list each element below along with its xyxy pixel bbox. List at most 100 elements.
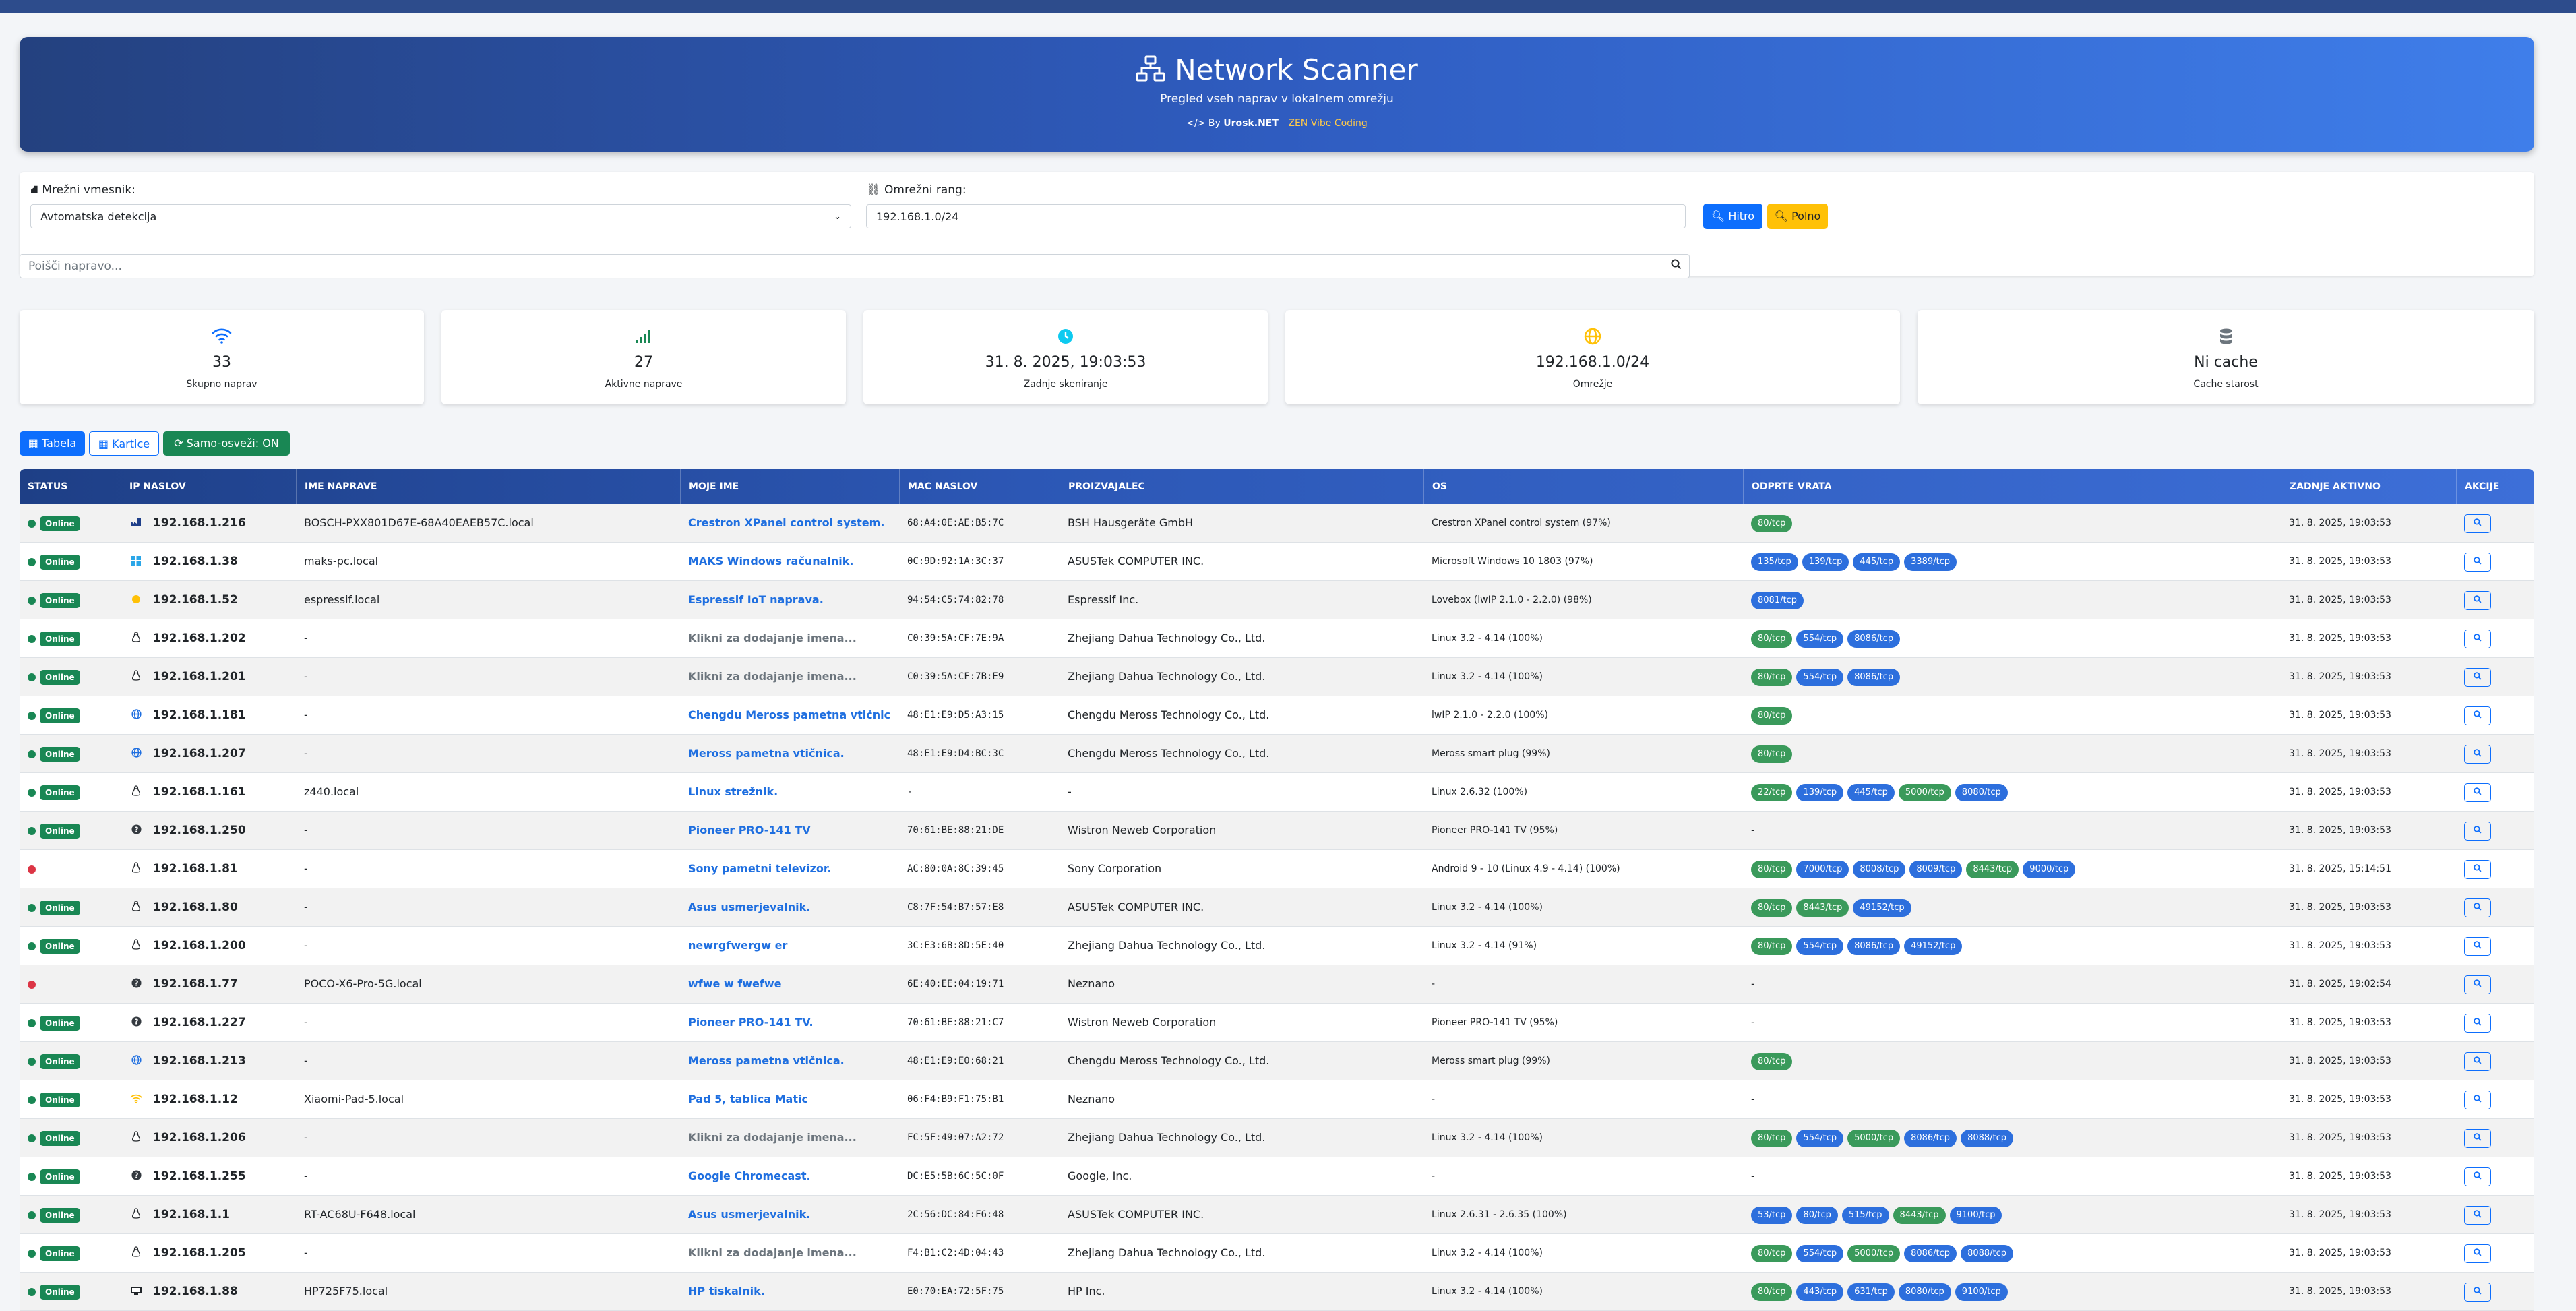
myname-cell[interactable]: Crestron XPanel control system.: [688, 504, 898, 542]
table-row[interactable]: Online 192.168.1.205 - Klikni za dodajan…: [20, 1234, 2534, 1273]
quick-scan-button[interactable]: 🔍︎ Hitro: [1703, 204, 1762, 229]
auto-refresh-button[interactable]: ⟳ Samo-osveži: ON: [163, 431, 290, 456]
myname-cell[interactable]: Klikni za dodajanje imena...: [688, 619, 898, 657]
myname-cell[interactable]: Klikni za dodajanje imena...: [688, 1234, 898, 1272]
myname-cell[interactable]: HP tiskalnik.: [688, 1273, 898, 1310]
column-header-hostname[interactable]: IME NAPRAVE: [296, 469, 680, 504]
myname-cell[interactable]: Chengdu Meross pametna vtičnic: [688, 696, 898, 734]
myname-link[interactable]: wfwe w fwefwe: [688, 977, 781, 990]
table-row[interactable]: Online ? 192.168.1.227 - Pioneer PRO-141 …: [20, 1004, 2534, 1042]
details-button[interactable]: [2464, 629, 2491, 648]
table-row[interactable]: Online 192.168.1.213 - Meross pametna vt…: [20, 1042, 2534, 1080]
myname-link[interactable]: Meross pametna vtičnica.: [688, 747, 845, 760]
myname-cell[interactable]: Klikni za dodajanje imena...: [688, 1119, 898, 1157]
table-row[interactable]: Online 192.168.1.202 - Klikni za dodajan…: [20, 619, 2534, 658]
column-header-myname[interactable]: MOJE IME: [680, 469, 899, 504]
myname-link[interactable]: MAKS Windows računalnik.: [688, 555, 853, 568]
myname-link[interactable]: Pad 5, tablica Matic: [688, 1093, 808, 1105]
table-row[interactable]: Online 192.168.1.1 RT-AC68U-F648.local A…: [20, 1196, 2534, 1234]
column-header-os[interactable]: OS: [1423, 469, 1743, 504]
myname-link[interactable]: Linux strežnik.: [688, 785, 778, 798]
range-input[interactable]: 192.168.1.0/24: [866, 204, 1686, 228]
column-header-vendor[interactable]: PROIZVAJALEC: [1060, 469, 1423, 504]
myname-cell[interactable]: Linux strežnik.: [688, 773, 898, 811]
table-row[interactable]: Online 192.168.1.12 Xiaomi-Pad-5.local P…: [20, 1080, 2534, 1119]
view-cards-button[interactable]: ▦ Kartice: [89, 431, 159, 456]
table-row[interactable]: Online 192.168.1.200 - newrgfwergw er 3C…: [20, 927, 2534, 965]
details-button[interactable]: [2464, 1051, 2491, 1071]
details-button[interactable]: [2464, 1090, 2491, 1109]
myname-cell[interactable]: MAKS Windows računalnik.: [688, 543, 898, 580]
myname-link[interactable]: Espressif IoT naprava.: [688, 593, 824, 606]
myname-link[interactable]: newrgfwergw er: [688, 939, 787, 952]
myname-link[interactable]: Meross pametna vtičnica.: [688, 1054, 845, 1067]
table-row[interactable]: Online 192.168.1.207 - Meross pametna vt…: [20, 735, 2534, 773]
details-button[interactable]: [2464, 706, 2491, 725]
table-row[interactable]: 192.168.1.81 - Sony pametni televizor. A…: [20, 850, 2534, 888]
myname-link[interactable]: Pioneer PRO-141 TV: [688, 824, 811, 836]
details-button[interactable]: [2464, 859, 2491, 879]
myname-link[interactable]: Google Chromecast.: [688, 1169, 811, 1182]
details-button[interactable]: [2464, 1282, 2491, 1302]
search-input[interactable]: Poišči napravo...: [28, 255, 122, 278]
myname-cell[interactable]: Pad 5, tablica Matic: [688, 1080, 898, 1118]
column-header-ports[interactable]: ODPRTE VRATA: [1743, 469, 2281, 504]
device-search[interactable]: Poišči napravo...: [20, 254, 1690, 278]
myname-link[interactable]: Klikni za dodajanje imena...: [688, 1131, 857, 1144]
search-icon[interactable]: [1663, 255, 1689, 278]
myname-link[interactable]: Klikni za dodajanje imena...: [688, 1246, 857, 1259]
myname-cell[interactable]: Espressif IoT naprava.: [688, 581, 898, 619]
myname-cell[interactable]: Klikni za dodajanje imena...: [688, 658, 898, 696]
full-scan-button[interactable]: 🔍︎ Polno: [1767, 204, 1828, 229]
myname-link[interactable]: Crestron XPanel control system.: [688, 516, 884, 529]
view-table-button[interactable]: ▦ Tabela: [20, 431, 85, 456]
details-button[interactable]: [2464, 590, 2491, 610]
details-button[interactable]: [2464, 1205, 2491, 1225]
table-row[interactable]: Online 192.168.1.80 - Asus usmerjevalnik…: [20, 888, 2534, 927]
interface-select[interactable]: Avtomatska detekcija ⌄: [30, 204, 851, 228]
table-row[interactable]: Online ? 192.168.1.255 - Google Chromecas…: [20, 1157, 2534, 1196]
myname-link[interactable]: Klikni za dodajanje imena...: [688, 632, 857, 644]
myname-link[interactable]: HP tiskalnik.: [688, 1285, 765, 1298]
details-button[interactable]: [2464, 667, 2491, 687]
details-button[interactable]: [2464, 936, 2491, 956]
myname-cell[interactable]: Asus usmerjevalnik.: [688, 888, 898, 926]
myname-cell[interactable]: Pioneer PRO-141 TV.: [688, 1004, 898, 1041]
myname-cell[interactable]: newrgfwergw er: [688, 927, 898, 965]
table-row[interactable]: Online 192.168.1.201 - Klikni za dodajan…: [20, 658, 2534, 696]
column-header-status[interactable]: STATUS: [20, 469, 121, 504]
myname-link[interactable]: Sony pametni televizor.: [688, 862, 832, 875]
table-row[interactable]: ? 192.168.1.77 POCO-X6-Pro-5G.local wfwe …: [20, 965, 2534, 1004]
table-row[interactable]: Online 192.168.1.52 espressif.local Espr…: [20, 581, 2534, 619]
table-row[interactable]: Online 192.168.1.161 z440.local Linux st…: [20, 773, 2534, 812]
details-button[interactable]: [2464, 1167, 2491, 1186]
myname-cell[interactable]: Meross pametna vtičnica.: [688, 1042, 898, 1080]
myname-link[interactable]: Chengdu Meross pametna vtičnic: [688, 708, 890, 721]
myname-cell[interactable]: Google Chromecast.: [688, 1157, 898, 1195]
table-row[interactable]: Online 192.168.1.216 BOSCH-PXX801D67E-68…: [20, 504, 2534, 543]
details-button[interactable]: [2464, 898, 2491, 917]
myname-link[interactable]: Klikni za dodajanje imena...: [688, 670, 857, 683]
table-row[interactable]: Online 192.168.1.38 maks-pc.local MAKS W…: [20, 543, 2534, 581]
myname-cell[interactable]: Sony pametni televizor.: [688, 850, 898, 888]
table-row[interactable]: Online 192.168.1.206 - Klikni za dodajan…: [20, 1119, 2534, 1157]
myname-cell[interactable]: wfwe w fwefwe: [688, 965, 898, 1003]
details-button[interactable]: [2464, 1013, 2491, 1033]
column-header-ip[interactable]: IP NASLOV: [121, 469, 296, 504]
table-row[interactable]: Online ? 192.168.1.250 - Pioneer PRO-141 …: [20, 812, 2534, 850]
myname-cell[interactable]: Pioneer PRO-141 TV: [688, 812, 898, 849]
myname-link[interactable]: Asus usmerjevalnik.: [688, 1208, 810, 1221]
myname-cell[interactable]: Asus usmerjevalnik.: [688, 1196, 898, 1233]
details-button[interactable]: [2464, 514, 2491, 533]
details-button[interactable]: [2464, 552, 2491, 572]
table-row[interactable]: Online 192.168.1.88 HP725F75.local HP ti…: [20, 1273, 2534, 1311]
details-button[interactable]: [2464, 744, 2491, 764]
table-row[interactable]: Online 192.168.1.181 - Chengdu Meross pa…: [20, 696, 2534, 735]
myname-link[interactable]: Pioneer PRO-141 TV.: [688, 1016, 814, 1029]
details-button[interactable]: [2464, 783, 2491, 802]
details-button[interactable]: [2464, 1128, 2491, 1148]
details-button[interactable]: [2464, 975, 2491, 994]
column-header-mac[interactable]: MAC NASLOV: [899, 469, 1060, 504]
details-button[interactable]: [2464, 1244, 2491, 1263]
myname-cell[interactable]: Meross pametna vtičnica.: [688, 735, 898, 772]
